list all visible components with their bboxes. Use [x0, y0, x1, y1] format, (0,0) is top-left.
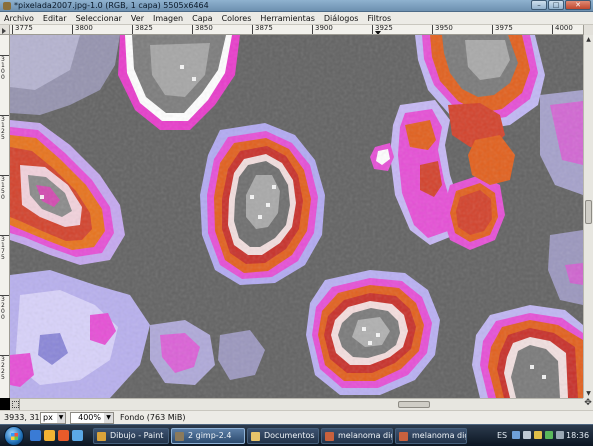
scroll-up-icon[interactable]: ▲ [585, 36, 592, 43]
ruler-label: 3225 [1, 356, 5, 381]
ruler-label: 3850 [195, 25, 213, 32]
chevron-down-icon[interactable]: ▼ [57, 413, 65, 423]
show-desktop-icon[interactable] [30, 430, 41, 441]
ruler-label: 4000 [555, 25, 573, 32]
menu-capa[interactable]: Capa [192, 14, 212, 23]
task-label: Documentos [264, 431, 315, 440]
vertical-scroll-thumb[interactable] [585, 200, 592, 224]
menu-archivo[interactable]: Archivo [4, 14, 34, 23]
ruler-label: 3200 [1, 296, 5, 321]
task-label: melanoma dig... [338, 431, 392, 440]
ruler-label: 3175 [1, 236, 5, 261]
menu-seleccionar[interactable]: Seleccionar [76, 14, 122, 23]
gimp-app-icon [3, 2, 11, 10]
ruler-label: 3775 [15, 25, 33, 32]
taskbar: Dibujo - Paint 2 gimp-2.4 Documentos mel… [0, 424, 593, 446]
image-icon [325, 432, 334, 441]
scroll-down-icon[interactable]: ▼ [585, 390, 592, 397]
updates-icon[interactable] [545, 431, 553, 439]
horizontal-ruler[interactable]: 3775 3800 3825 3850 3875 3900 3925 3950 … [10, 25, 583, 35]
unit-select[interactable]: px ▼ [40, 412, 66, 424]
zoom-select[interactable]: 400% ▼ [70, 412, 114, 424]
minimize-button[interactable]: – [531, 0, 547, 10]
task-label: Dibujo - Paint [110, 431, 164, 440]
paint-icon [97, 432, 106, 441]
menu-dialogos[interactable]: Diálogos [324, 14, 359, 23]
zoom-fit-button[interactable] [583, 25, 593, 35]
window-controls: – □ ✕ [531, 0, 591, 11]
ruler-label: 3125 [1, 116, 5, 141]
ruler-label: 3975 [495, 25, 513, 32]
image-canvas[interactable] [10, 35, 583, 398]
quick-mask-menu-button[interactable] [0, 25, 10, 35]
volume-icon[interactable] [523, 431, 531, 439]
task-label: melanoma dig... [412, 431, 466, 440]
start-button[interactable] [4, 426, 24, 446]
tray-app-icon[interactable] [556, 431, 564, 439]
menu-imagen[interactable]: Imagen [153, 14, 183, 23]
taskbar-item-documentos[interactable]: Documentos [247, 428, 319, 444]
gimp-icon [175, 432, 184, 441]
ruler-label: 3100 [1, 56, 5, 81]
maximize-button[interactable]: □ [548, 0, 564, 10]
ruler-label: 3875 [255, 25, 273, 32]
ruler-label: 3950 [435, 25, 453, 32]
chevron-down-icon[interactable]: ▼ [104, 413, 113, 423]
menu-ver[interactable]: Ver [131, 14, 144, 23]
taskbar-item-paint[interactable]: Dibujo - Paint [93, 428, 169, 444]
menu-filtros[interactable]: Filtros [367, 14, 391, 23]
task-label: 2 gimp-2.4 [188, 431, 232, 440]
zoom-value: 400% [78, 413, 101, 422]
vertical-scrollbar[interactable]: ▲ ▼ [583, 35, 593, 398]
ruler-label: 3150 [1, 176, 5, 201]
taskbar-item-gimp[interactable]: 2 gimp-2.4 [171, 428, 245, 444]
security-icon[interactable] [534, 431, 542, 439]
pixelated-image [10, 35, 583, 398]
status-bar: 3933, 3103 px ▼ 400% ▼ Fondo (763 MiB) [0, 410, 593, 424]
title-bar: *pixelada2007.jpg-1.0 (RGB, 1 capa) 5505… [0, 0, 593, 12]
close-button[interactable]: ✕ [565, 0, 591, 10]
ruler-label: 3800 [75, 25, 93, 32]
firefox-icon[interactable] [58, 430, 69, 441]
menu-bar: Archivo Editar Seleccionar Ver Imagen Ca… [0, 12, 593, 25]
media-player-icon[interactable] [44, 430, 55, 441]
image-icon [399, 432, 408, 441]
quick-mask-toggle-icon[interactable] [10, 399, 20, 410]
explorer-icon[interactable] [72, 430, 83, 441]
ruler-label: 3825 [135, 25, 153, 32]
layer-info: Fondo (763 MiB) [120, 413, 186, 422]
vertical-ruler[interactable]: 3100 3125 3150 3175 3200 3225 [0, 35, 10, 398]
menu-editar[interactable]: Editar [43, 14, 67, 23]
menu-colores[interactable]: Colores [222, 14, 252, 23]
horizontal-scroll-thumb[interactable] [398, 401, 430, 408]
clock[interactable]: 18:36 [566, 431, 589, 440]
window-title: *pixelada2007.jpg-1.0 (RGB, 1 capa) 5505… [14, 1, 209, 10]
language-indicator[interactable]: ES [497, 431, 507, 440]
taskbar-item-melanoma-2[interactable]: melanoma dig... [395, 428, 467, 444]
menu-herramientas[interactable]: Herramientas [260, 14, 315, 23]
taskbar-item-melanoma-1[interactable]: melanoma dig... [321, 428, 393, 444]
unit-value: px [43, 413, 53, 422]
horizontal-scrollbar[interactable] [10, 398, 583, 410]
ruler-label: 3900 [315, 25, 333, 32]
folder-icon [251, 432, 260, 441]
navigate-icon[interactable]: ✥ [583, 398, 593, 410]
network-icon[interactable] [512, 431, 520, 439]
